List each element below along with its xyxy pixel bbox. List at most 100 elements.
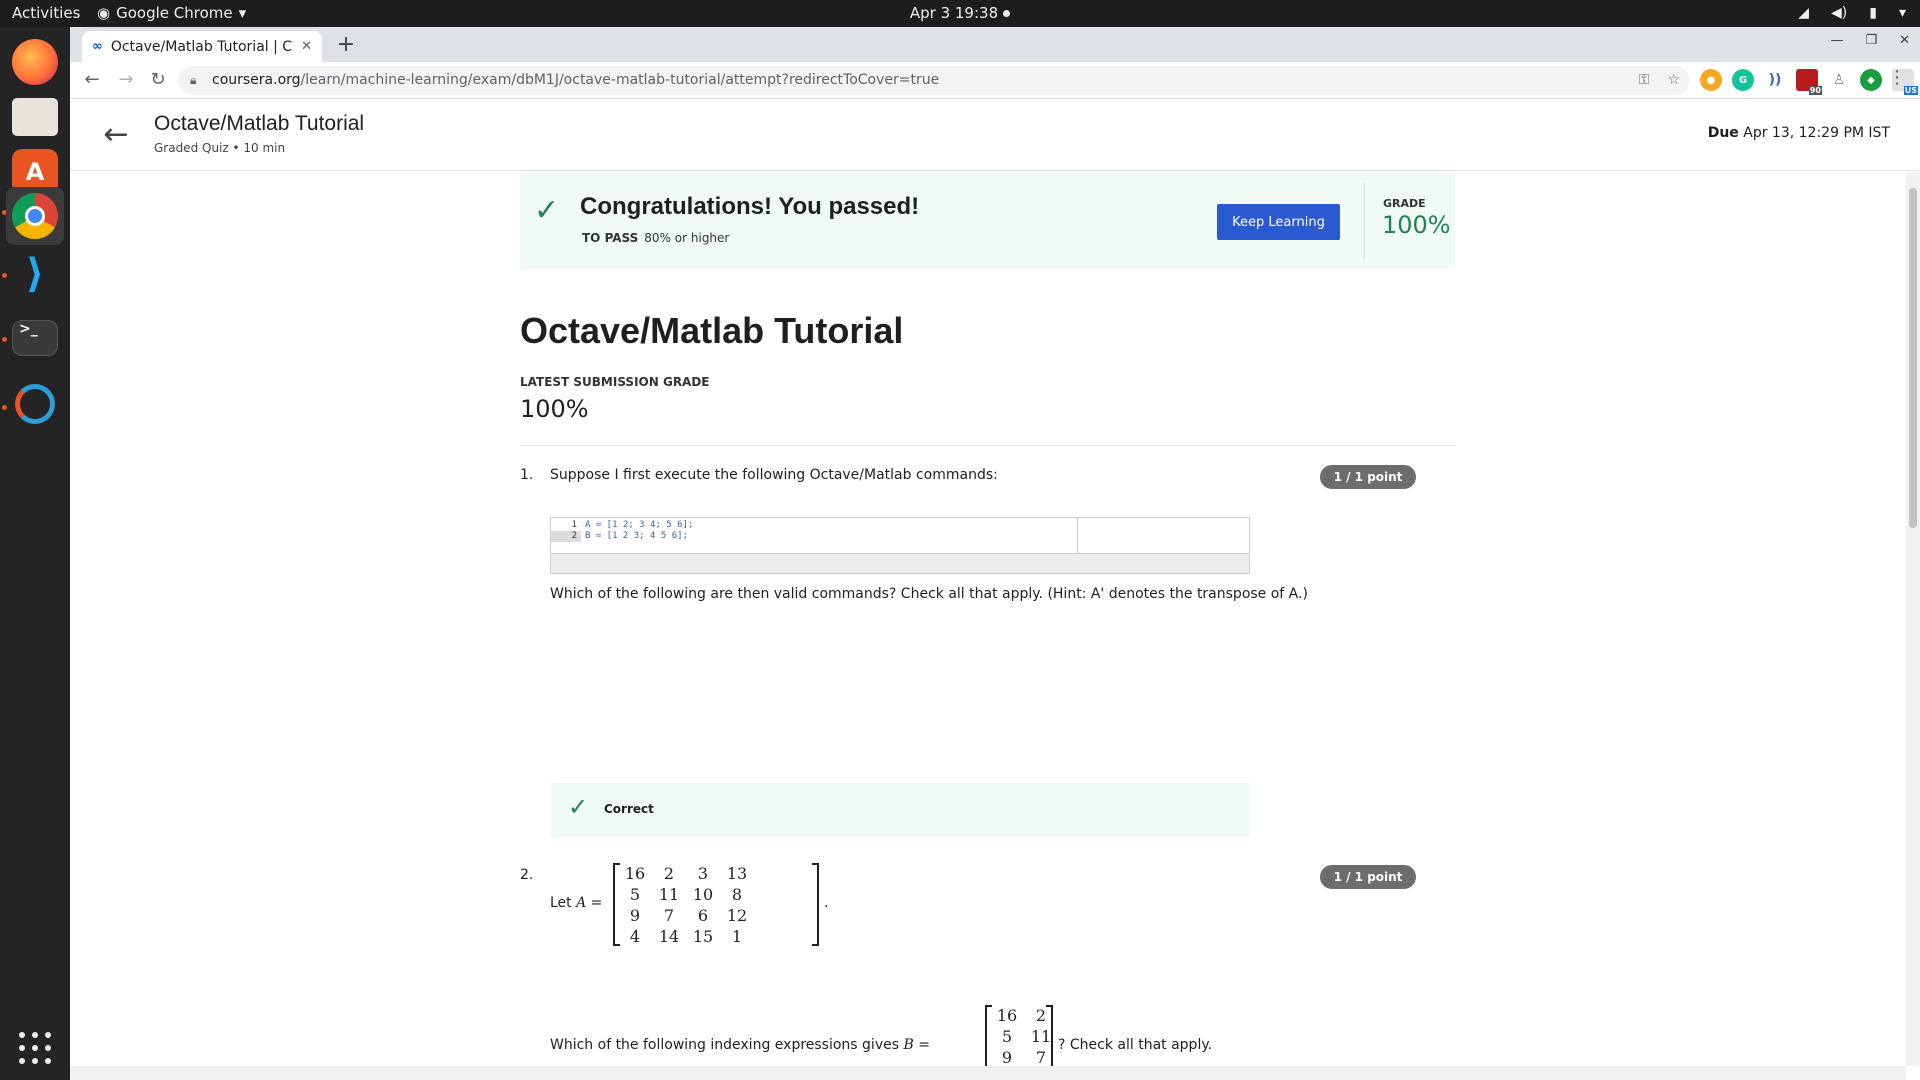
extension-cookie-icon[interactable]: ● — [1700, 69, 1722, 91]
due-value: Apr 13, 12:29 PM IST — [1743, 125, 1890, 141]
tab-strip: ∞ Octave/Matlab Tutorial | C ✕ + — ❐ ✕ — [70, 27, 1920, 62]
scrollbar-thumb[interactable] — [1909, 188, 1917, 528]
reload-icon[interactable]: ↻ — [144, 66, 172, 94]
forward-arrow-icon[interactable]: → — [112, 66, 140, 94]
extension-green-icon[interactable]: ◆ — [1860, 69, 1882, 91]
vscode-icon: ⟩ — [25, 251, 45, 297]
question-pre: Which of the following indexing expressi… — [550, 1037, 900, 1053]
matrix-cell: 8 — [731, 885, 743, 904]
tab-title: Octave/Matlab Tutorial | C — [110, 38, 293, 55]
code-block: 1 A = [1 2; 3 4; 5 6]; 2 B = [1 2 3; 4 5 6… — [550, 517, 1250, 574]
matrix-cell: 5 — [629, 885, 641, 904]
coursera-favicon-icon: ∞ — [92, 39, 103, 54]
divider — [1364, 183, 1365, 259]
caret-down-icon: ▾ — [238, 4, 247, 22]
clock-label: Apr 3 19:38 — [909, 4, 999, 22]
matrix-cell: 4 — [629, 927, 641, 946]
dock-terminal[interactable]: >_ — [6, 309, 64, 367]
activities-button[interactable]: Activities — [12, 0, 80, 27]
chrome-small-icon: ◉ — [97, 4, 111, 22]
show-applications-icon[interactable] — [19, 1032, 51, 1064]
matrix-cell: 9 — [1001, 1048, 1013, 1067]
checkmark-icon: ✓ — [568, 793, 589, 821]
divider — [520, 445, 1455, 446]
app-menu[interactable]: ◉ Google Chrome ▾ — [97, 0, 246, 27]
dock-chrome[interactable] — [6, 187, 64, 245]
vertical-scrollbar[interactable] — [1906, 172, 1920, 1066]
chrome-icon — [12, 193, 58, 239]
lock-icon: 🔒︎ — [190, 73, 197, 87]
notification-dot — [1003, 10, 1011, 17]
matrix-cell: 2 — [663, 864, 675, 883]
question-prompt: Which of the following are then valid co… — [550, 586, 1308, 602]
battery-icon: ▮ — [1869, 5, 1877, 21]
extension-badge-icon[interactable]: 90 — [1796, 69, 1822, 95]
clock[interactable]: Apr 3 19:38 — [0, 0, 1920, 27]
address-bar[interactable]: 🔒︎ coursera.org/learn/machine-learning/e… — [178, 66, 1690, 95]
dock: A ⟩ >_ — [0, 27, 70, 1080]
matrix-cell: 6 — [697, 906, 709, 925]
matrix-cell: 10 — [692, 885, 714, 904]
back-arrow-icon[interactable]: ← — [78, 66, 106, 94]
restore-icon[interactable]: ❐ — [1865, 33, 1877, 48]
caret-down-icon: ▾ — [1898, 5, 1906, 21]
var-a: A = — [576, 895, 603, 911]
extension-badge-count: 90 — [1808, 86, 1822, 95]
extension-person-icon[interactable]: ♙ — [1828, 69, 1850, 91]
extensions-area: ● G )) 90 ♙ ◆ US — [1700, 69, 1920, 95]
line-number: 2 — [551, 531, 581, 542]
browser-toolbar: ← → ↻ 🔒︎ coursera.org/learn/machine-lear… — [70, 62, 1920, 99]
checkmark-icon: ✓ — [534, 193, 560, 228]
matrix-cell: 1 — [731, 927, 743, 946]
minimize-icon[interactable]: — — [1830, 33, 1843, 48]
extension-wave-icon[interactable]: )) — [1764, 69, 1786, 91]
code-line: 1 A = [1 2; 3 4; 5 6]; — [551, 520, 694, 531]
dock-firefox[interactable] — [6, 33, 64, 91]
dock-files[interactable] — [6, 88, 64, 146]
matrix-cell: 11 — [658, 885, 680, 904]
volume-icon: ◀) — [1831, 5, 1848, 21]
question-text: Let A = — [550, 895, 602, 911]
firefox-icon — [12, 39, 58, 85]
matrix-cell: 13 — [726, 864, 748, 883]
matrix-cell: 7 — [663, 906, 675, 925]
back-arrow-icon[interactable]: ← — [98, 117, 134, 153]
star-bookmark-icon[interactable]: ☆ — [1667, 66, 1680, 95]
question-prompt: Which of the following indexing expressi… — [550, 1037, 930, 1053]
wifi-icon: ◢ — [1798, 5, 1810, 21]
let-text: Let — [550, 895, 572, 911]
dock-vscode[interactable]: ⟩ — [6, 245, 64, 303]
question-post: ? Check all that apply. — [1058, 1037, 1213, 1053]
matrix-a: 16 2 3 13 5 11 10 8 9 7 6 12 4 14 15 1 — [618, 863, 754, 947]
var-b: B = — [903, 1037, 930, 1053]
system-top-bar: Activities ◉ Google Chrome ▾ Apr 3 19:38… — [0, 0, 1920, 27]
to-pass-label: TO PASS — [582, 231, 639, 245]
grade-label: GRADE — [1383, 197, 1426, 210]
passed-banner: ✓ Congratulations! You passed! TO PASS 80… — [520, 173, 1455, 269]
code-text: A = [1 2; 3 4; 5 6]; — [585, 520, 694, 530]
matrix-cell: 14 — [658, 927, 680, 946]
close-window-icon[interactable]: ✕ — [1899, 33, 1910, 48]
browser-window: ∞ Octave/Matlab Tutorial | C ✕ + — ❐ ✕ ←… — [70, 27, 1920, 1080]
keep-learning-button[interactable]: Keep Learning — [1217, 204, 1340, 240]
horizontal-scrollbar[interactable] — [70, 1066, 1906, 1080]
question-text: Suppose I first execute the following Oc… — [550, 467, 998, 483]
browser-tab[interactable]: ∞ Octave/Matlab Tutorial | C ✕ — [82, 31, 322, 62]
new-tab-button[interactable]: + — [332, 31, 360, 59]
editor-footer — [551, 553, 1249, 573]
to-pass-value: 80% or higher — [644, 231, 730, 245]
ring-app-icon — [15, 384, 55, 424]
matrix-bracket-right — [1046, 1005, 1053, 1071]
quiz-title: Octave/Matlab Tutorial — [520, 310, 904, 351]
matrix-cell: 5 — [1001, 1027, 1013, 1046]
matrix-cell: 9 — [629, 906, 641, 925]
dock-app-ring[interactable] — [6, 375, 64, 433]
grammarly-icon[interactable]: G — [1732, 69, 1754, 91]
feedback-label: Correct — [604, 802, 654, 816]
system-menu[interactable]: ◢ ◀) ▮ ▾ — [1798, 0, 1906, 27]
latest-grade-label: LATEST SUBMISSION GRADE — [520, 375, 710, 389]
code-text: B = [1 2 3; 4 5 6]; — [585, 531, 688, 541]
key-icon[interactable]: ⚿ — [1639, 66, 1650, 95]
close-tab-icon[interactable]: ✕ — [301, 39, 312, 54]
chrome-menu-icon[interactable]: ⋮ — [1888, 67, 1906, 88]
